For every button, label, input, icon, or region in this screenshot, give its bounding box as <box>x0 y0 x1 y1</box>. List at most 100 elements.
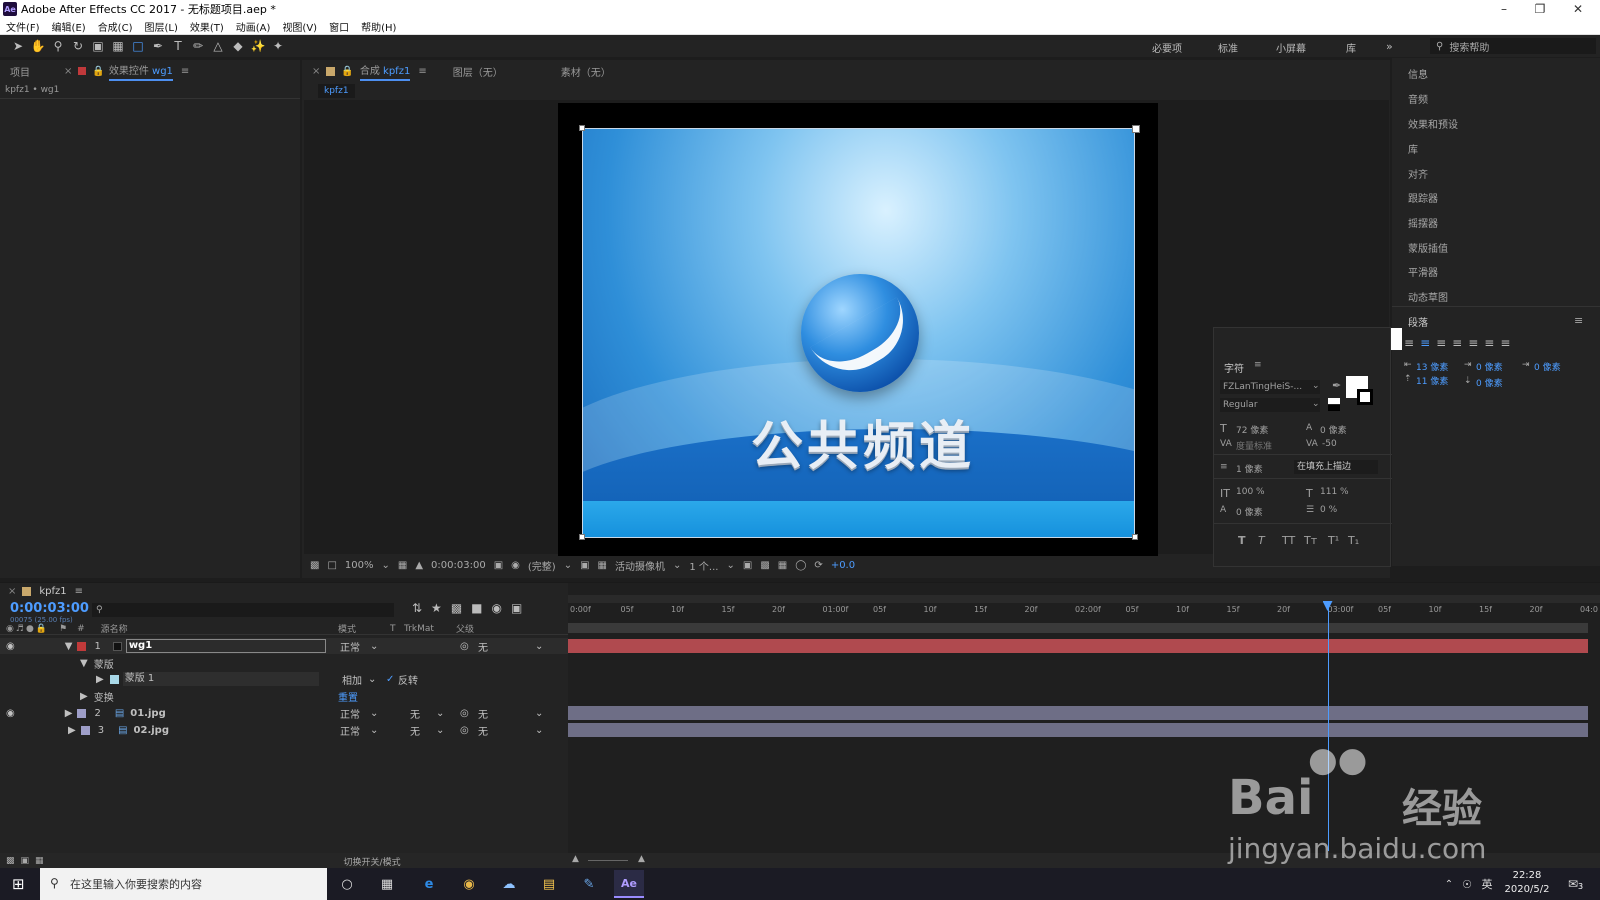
layer-search-input[interactable]: ⚲ <box>92 603 394 617</box>
mask-vertex-handle[interactable] <box>579 125 585 131</box>
chevron-down-icon[interactable]: ⌄ <box>535 641 543 652</box>
space-before-value[interactable]: 11 像素 <box>1416 374 1448 387</box>
transform-row[interactable]: ▶ 变换 重置 <box>0 688 568 704</box>
panel-menu-icon[interactable]: ≡ <box>1254 360 1262 370</box>
reset-exposure-icon[interactable]: ⟳ <box>814 560 822 571</box>
close-icon[interactable]: ✕ <box>1560 0 1596 18</box>
work-area-range[interactable] <box>568 623 1588 633</box>
menu-effect[interactable]: 效果(T) <box>184 19 230 34</box>
eraser-tool-icon[interactable]: ◆ <box>228 36 248 56</box>
file-explorer-icon[interactable]: ▤ <box>538 874 560 894</box>
expand-icon[interactable]: ▼ <box>65 641 73 652</box>
paragraph-align-buttons[interactable]: ≡≡≡≡≡≡≡ <box>1404 336 1516 350</box>
mask-row[interactable]: ▶ 蒙版 1 相加 ⌄ ✓ 反转 <box>0 671 568 687</box>
tab-footage[interactable]: 素材（无） <box>561 64 611 79</box>
expand-icon[interactable]: ▶ <box>80 691 88 702</box>
stroke-width-value[interactable]: 1 像素 <box>1236 462 1263 475</box>
preview-toggle-icon[interactable]: ▩ <box>310 560 319 571</box>
indent-first-value[interactable]: 0 像素 <box>1534 360 1561 373</box>
timeline-current-time[interactable]: 0:00:03:00 <box>10 601 89 616</box>
eye-icon[interactable]: ◉ <box>6 624 14 634</box>
time-ruler[interactable]: 0:00f 05f 10f 15f 20f 01:00f 05f 10f 15f 20f 02:00… <box>568 603 1600 621</box>
app-icon[interactable]: ◉ <box>458 874 480 894</box>
solo-icon[interactable]: ● <box>26 624 34 634</box>
expand-icon[interactable]: ▶ <box>96 674 104 685</box>
task-view-icon[interactable]: ▦ <box>376 874 398 894</box>
parent-header[interactable]: 父级 <box>456 622 474 635</box>
resolution-select[interactable]: (完整) <box>528 558 556 573</box>
audio-icon[interactable]: ♬ <box>16 624 24 634</box>
menu-composition[interactable]: 合成(C) <box>92 19 139 34</box>
tracking-value[interactable]: -50 <box>1322 439 1337 449</box>
zoom-out-icon[interactable]: ▲ <box>572 854 579 864</box>
layer-bar-01[interactable] <box>568 706 1588 720</box>
layer-name[interactable]: 01.jpg <box>130 708 165 719</box>
eyedropper-icon[interactable]: ✒ <box>1332 379 1341 392</box>
layer-bar-wg1[interactable] <box>568 639 1588 653</box>
layer-parent-select[interactable]: 无 <box>478 639 488 654</box>
white-swatch[interactable] <box>1328 398 1340 404</box>
lock-icon[interactable]: 🔒 <box>341 66 353 77</box>
app-icon[interactable]: ☁ <box>498 874 520 894</box>
panel-motion-sketch[interactable]: 动态草图 <box>1408 289 1448 304</box>
chevron-down-icon[interactable]: ⌄ <box>564 560 572 571</box>
selection-tool-icon[interactable]: ➤ <box>8 36 28 56</box>
render-icon[interactable]: ▩ <box>6 856 15 866</box>
chevron-down-icon[interactable]: ⌄ <box>368 674 376 685</box>
panel-mask-interpolation[interactable]: 蒙版插值 <box>1408 240 1448 255</box>
trkmat-select[interactable]: 无 <box>410 706 420 721</box>
timeline-icon[interactable]: ▦ <box>778 560 787 571</box>
zoom-in-icon[interactable]: ▲ <box>638 854 645 864</box>
roto-brush-tool-icon[interactable]: ✨ <box>248 36 268 56</box>
chevron-down-icon[interactable]: ⌄ <box>1312 399 1320 409</box>
expand-icon[interactable]: ▶ <box>65 708 73 719</box>
mask-vertex-handle[interactable] <box>1132 534 1138 540</box>
layer-mode-select[interactable]: 正常 <box>340 639 360 654</box>
mask-vertex-handle[interactable] <box>579 534 585 540</box>
kerning-value[interactable]: 度量标准 <box>1236 439 1272 452</box>
ime-language[interactable]: 英 <box>1476 874 1498 894</box>
timeline-comp-name[interactable]: kpfz1 <box>39 586 66 597</box>
after-effects-taskbar-icon[interactable]: Ae <box>614 870 644 898</box>
black-swatch[interactable] <box>1328 405 1340 411</box>
expand-pane-icon[interactable]: ▣ <box>21 856 30 866</box>
chevron-down-icon[interactable]: ⌄ <box>535 725 543 736</box>
views-select[interactable]: 1 个... <box>689 558 718 573</box>
stroke-mode-select[interactable]: 在填充上描边 <box>1294 460 1378 474</box>
eye-icon[interactable]: ◉ <box>6 708 15 719</box>
panel-menu-icon[interactable]: ≡ <box>181 66 189 77</box>
menu-window[interactable]: 窗口 <box>323 19 355 34</box>
lock-icon[interactable]: 🔒 <box>92 66 104 77</box>
paint-icon[interactable]: ✎ <box>578 874 600 894</box>
maximize-icon[interactable]: ❐ <box>1522 0 1558 18</box>
panel-effects-presets[interactable]: 效果和预设 <box>1408 116 1458 131</box>
mode-header[interactable]: 模式 <box>338 622 356 635</box>
layer-parent-select[interactable]: 无 <box>478 723 488 738</box>
small-caps-button[interactable]: Tт <box>1304 534 1317 547</box>
panel-audio[interactable]: 音频 <box>1408 91 1428 106</box>
help-search-input[interactable]: ⚲ 搜索帮助 <box>1430 38 1596 54</box>
mask-name[interactable]: 蒙版 1 <box>122 672 319 686</box>
cortana-icon[interactable]: ○ <box>336 874 358 894</box>
type-tool-icon[interactable]: T <box>168 36 188 56</box>
chevron-down-icon[interactable]: ⌄ <box>1312 381 1320 391</box>
space-after-value[interactable]: 0 像素 <box>1476 376 1503 389</box>
table-row[interactable]: ▶ 3 ▤ 02.jpg 正常 ⌄ 无 ⌄ ◎ 无 ⌄ <box>0 722 568 738</box>
mask-invert-checkbox[interactable]: ✓ <box>386 674 394 685</box>
chevron-down-icon[interactable]: ⌄ <box>370 641 378 652</box>
display-icon[interactable]: □ <box>327 560 336 571</box>
close-tab-icon[interactable]: × <box>64 66 72 77</box>
indent-left-value[interactable]: 13 像素 <box>1416 360 1448 373</box>
windows-start-icon[interactable]: ⊞ <box>12 875 25 893</box>
layer-color-label[interactable] <box>77 708 87 718</box>
chevron-down-icon[interactable]: ⌄ <box>436 708 444 719</box>
chevron-down-icon[interactable]: ⌄ <box>370 708 378 719</box>
mask-group-row[interactable]: ▼ 蒙版 <box>0 655 568 671</box>
parent-pickwhip-icon[interactable]: ◎ <box>460 708 469 719</box>
tab-project[interactable]: 项目 <box>10 64 30 79</box>
panel-align[interactable]: 对齐 <box>1408 166 1428 181</box>
parent-pickwhip-icon[interactable]: ◎ <box>460 641 469 652</box>
panel-smoother[interactable]: 平滑器 <box>1408 264 1438 279</box>
menu-edit[interactable]: 编辑(E) <box>46 19 92 34</box>
timeline-switch-buttons[interactable]: ⇅★▩■◉▣ <box>412 601 531 615</box>
